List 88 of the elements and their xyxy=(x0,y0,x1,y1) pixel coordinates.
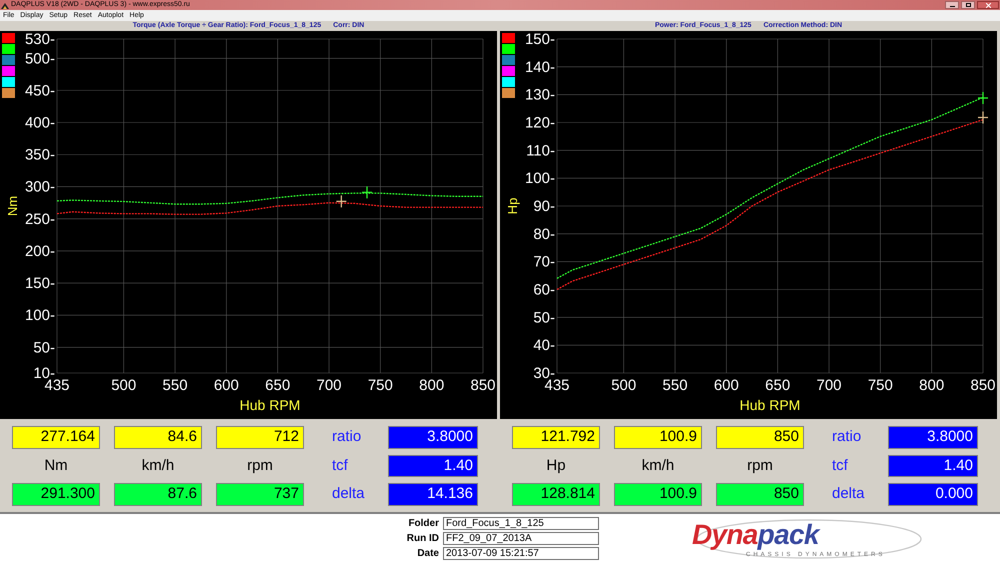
param-field: 3.8000 xyxy=(388,426,478,449)
unit-label: rpm xyxy=(746,456,774,476)
y-tick-label: 150- xyxy=(24,275,55,292)
y-tick-label: 150- xyxy=(524,31,555,48)
param-label: tcf xyxy=(831,456,849,476)
logo-wordmark: Dynapack xyxy=(692,519,819,550)
param-label: delta xyxy=(331,484,366,504)
y-tick-label: 140- xyxy=(524,58,555,76)
param-label: tcf xyxy=(331,456,349,476)
x-tick-label: 800 xyxy=(919,377,944,394)
x-tick-label: 600 xyxy=(714,377,739,394)
unit-label: rpm xyxy=(246,456,274,476)
unit-label: km/h xyxy=(640,456,676,476)
value-field: 850 xyxy=(716,426,804,449)
y-tick-label: 500- xyxy=(24,50,55,68)
param-field: 3.8000 xyxy=(888,426,978,449)
param-field: 1.40 xyxy=(888,454,978,478)
maximize-button[interactable] xyxy=(961,1,975,9)
value-field: 277.164 xyxy=(12,426,100,449)
field-label: Folder xyxy=(407,517,439,530)
y-tick-label: 530- xyxy=(24,31,55,48)
y-tick-label: 100- xyxy=(24,307,55,324)
param-label: ratio xyxy=(831,427,862,447)
cursor-marker xyxy=(977,110,989,124)
app-icon xyxy=(1,2,9,8)
value-field: 100.9 xyxy=(614,426,702,449)
y-tick-label: 80- xyxy=(533,226,555,243)
value-field: 850 xyxy=(716,483,804,506)
close-button[interactable] xyxy=(977,1,999,9)
y-axis-label: Hp xyxy=(505,198,520,214)
x-tick-label: 550 xyxy=(662,377,688,394)
x-axis-label: Hub RPM xyxy=(240,397,300,413)
param-field: 1.40 xyxy=(388,454,478,478)
y-tick-label: 350- xyxy=(24,146,55,164)
x-tick-label: 435 xyxy=(544,377,570,394)
field-label: Run ID xyxy=(406,532,439,545)
param-label: ratio xyxy=(331,427,362,447)
value-field: 100.9 xyxy=(614,483,702,506)
x-tick-label: 650 xyxy=(765,377,790,394)
y-tick-label: 200- xyxy=(24,242,55,260)
x-axis-label: Hub RPM xyxy=(740,397,800,413)
y-tick-label: 60- xyxy=(533,282,555,298)
y-tick-label: 450- xyxy=(24,82,55,100)
unit-label: km/h xyxy=(140,456,176,476)
param-label: delta xyxy=(831,484,866,504)
y-tick-label: 130- xyxy=(524,86,555,104)
cursor-marker xyxy=(361,186,373,199)
x-tick-label: 435 xyxy=(44,377,70,394)
x-tick-label: 500 xyxy=(111,377,136,394)
value-field: 712 xyxy=(216,426,304,449)
y-axis-label: Nm xyxy=(5,196,20,216)
x-tick-label: 650 xyxy=(265,377,290,394)
value-field: 87.6 xyxy=(114,483,202,506)
x-tick-label: 750 xyxy=(868,377,893,394)
cursor-marker xyxy=(977,91,989,105)
y-tick-label: 50- xyxy=(533,309,555,326)
y-tick-label: 120- xyxy=(524,114,555,132)
minimize-button[interactable] xyxy=(945,1,959,9)
y-tick-label: 50- xyxy=(33,339,55,356)
x-tick-label: 550 xyxy=(162,377,188,394)
unit-label: Nm xyxy=(43,456,69,476)
close-icon xyxy=(986,2,990,8)
x-tick-label: 800 xyxy=(419,377,444,394)
y-tick-label: 70- xyxy=(533,254,555,271)
y-tick-label: 400- xyxy=(24,114,55,132)
value-field: 84.6 xyxy=(114,426,202,449)
y-tick-label: 90- xyxy=(533,198,555,215)
unit-label: Hp xyxy=(545,456,567,476)
field-label: Date xyxy=(416,547,439,560)
x-tick-label: 700 xyxy=(316,377,342,394)
value-field: 128.814 xyxy=(512,483,600,506)
x-tick-label: 850 xyxy=(470,377,496,394)
x-tick-label: 850 xyxy=(970,377,996,394)
x-tick-label: 750 xyxy=(368,377,393,394)
y-tick-label: 40- xyxy=(533,337,555,354)
value-field: 121.792 xyxy=(512,426,600,449)
x-tick-label: 500 xyxy=(611,377,636,394)
param-field: 14.136 xyxy=(388,483,478,506)
x-tick-label: 600 xyxy=(214,377,239,394)
x-tick-label: 700 xyxy=(816,377,842,394)
y-tick-label: 300- xyxy=(24,178,55,196)
param-field: 0.000 xyxy=(888,483,978,506)
y-tick-label: 100- xyxy=(524,170,555,188)
value-field: 291.300 xyxy=(12,483,100,506)
y-tick-label: 110- xyxy=(526,142,555,160)
y-tick-label: 250- xyxy=(24,210,55,228)
value-field: 737 xyxy=(216,483,304,506)
cursor-marker xyxy=(336,194,347,208)
